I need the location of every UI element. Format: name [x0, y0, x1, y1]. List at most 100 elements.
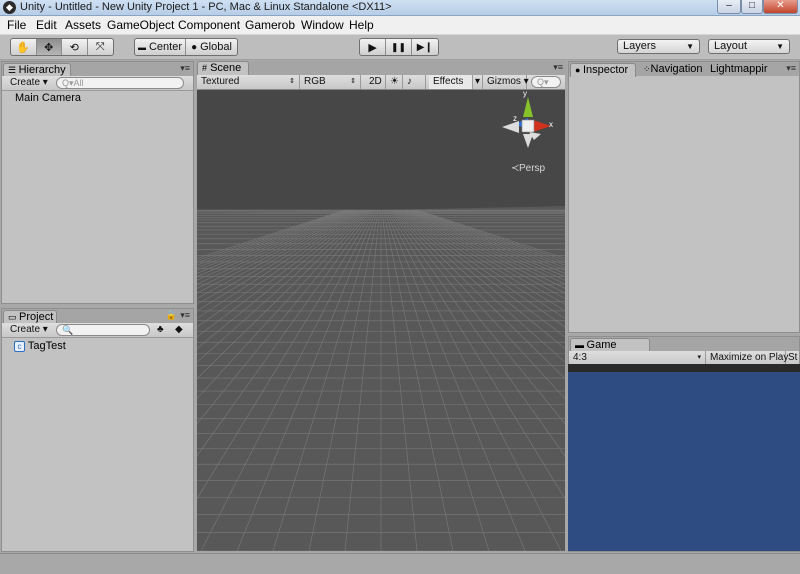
pivot-center-button[interactable]: ▬ Center	[135, 39, 187, 55]
hierarchy-create-label: Create	[10, 77, 41, 88]
script-file-icon: c	[14, 341, 25, 352]
chevron-down-icon: ▼	[776, 42, 784, 51]
project-toolbar: Create ▾ 🔍 ♣ ◆	[2, 323, 193, 338]
layout-dropdown[interactable]: Layout ▼	[708, 39, 790, 54]
folder-icon: ▭	[8, 312, 20, 322]
aspect-label: 4:3	[573, 352, 587, 363]
menu-edit[interactable]: Edit	[36, 18, 57, 32]
scene-viewport[interactable]: y x z ≺ Persp	[197, 90, 565, 551]
close-button[interactable]: ✕	[763, 0, 798, 14]
chevron-updown-icon: ⇕	[289, 78, 295, 85]
space-global-button[interactable]: ● Global	[186, 39, 237, 55]
unity-logo-icon: ◆	[3, 1, 16, 14]
scene-sky	[197, 90, 565, 212]
layers-dropdown[interactable]: Layers ▼	[617, 39, 700, 54]
shading-mode-label: Textured	[201, 76, 240, 87]
maximize-button[interactable]: □	[741, 0, 763, 14]
menu-gameobject[interactable]: GameObject	[107, 18, 174, 32]
projection-label[interactable]: Persp	[519, 163, 546, 174]
hierarchy-create-button[interactable]: Create ▾	[10, 77, 48, 89]
tab-game[interactable]: ▬ Game	[570, 338, 650, 352]
menu-help[interactable]: Help	[349, 18, 374, 32]
gizmo-z-label: z	[513, 114, 517, 123]
tab-lightmapping-label: Lightmappir	[710, 63, 768, 75]
tab-scene-label: Scene	[210, 62, 242, 74]
inspector-panel: ● Inspector ⁘Navigation Lightmappir ▾≡	[568, 61, 800, 333]
chevron-updown-icon: ⇕	[350, 78, 356, 85]
pivot-toggles: ▬ Center ● Global	[134, 38, 238, 56]
tab-inspector-label: Inspector	[582, 64, 629, 76]
pause-icon[interactable]: ❚❚	[386, 39, 412, 55]
tab-project-label: Project	[19, 311, 54, 323]
tab-hierarchy[interactable]: ☰ Hierarchy	[3, 63, 71, 77]
step-icon[interactable]: ▶❙	[412, 39, 438, 55]
main-toolbar: ✋ ✥ ⟲ ⤧ ▬ Center ● Global ▶ ❚❚ ▶❙ Layers…	[0, 35, 800, 60]
game-viewport[interactable]	[568, 364, 800, 551]
tab-hierarchy-label: Hierarchy	[18, 64, 66, 76]
lock-icon[interactable]: 🔒	[166, 310, 177, 321]
play-controls: ▶ ❚❚ ▶❙	[359, 38, 439, 56]
tab-navigation-label: Navigation	[650, 63, 703, 75]
hierarchy-tabstrip: ☰ Hierarchy ▾≡	[2, 62, 193, 77]
hierarchy-search-input[interactable]: Q▾All	[56, 77, 184, 89]
grid-icon: #	[202, 63, 208, 73]
gizmo-y-label: y	[523, 90, 527, 98]
tab-game-label: Game	[586, 339, 617, 351]
play-icon[interactable]: ▶	[360, 39, 387, 55]
minimize-button[interactable]: –	[717, 0, 741, 14]
tab-project[interactable]: ▭ Project	[3, 310, 57, 324]
scene-search-input[interactable]: Q▾	[531, 76, 561, 88]
space-global-label: Global	[200, 41, 232, 53]
status-bar	[0, 553, 800, 574]
info-icon: ●	[575, 65, 583, 75]
layers-label: Layers	[623, 40, 657, 52]
tab-scene[interactable]: # Scene	[197, 61, 249, 75]
gizmos-dropdown[interactable]: Gizmos ▾	[483, 75, 529, 89]
filter-label-icon[interactable]: ◆	[175, 324, 183, 336]
aspect-dropdown[interactable]: 4:3 ▾	[569, 351, 706, 365]
hierarchy-toolbar: Create ▾ Q▾All	[2, 76, 193, 91]
shading-mode-dropdown[interactable]: Textured ⇕	[197, 75, 300, 89]
scene-toolbar: Textured ⇕ RGB ⇕ 2D ☀ ♪ Effects ▾ Gizmos ▾…	[197, 75, 565, 90]
panel-menu-icon[interactable]: ▾≡	[786, 63, 796, 74]
tab-navigation[interactable]: ⁘Navigation	[639, 63, 705, 77]
hierarchy-item-main-camera[interactable]: Main Camera	[15, 92, 81, 104]
menu-bar: File Edit Assets GameObject Component Ga…	[0, 16, 800, 35]
panel-menu-icon[interactable]: ▾≡	[180, 310, 190, 321]
project-item-tagtest[interactable]: c TagTest	[14, 340, 66, 352]
project-search-input[interactable]: 🔍	[56, 324, 150, 336]
menu-assets[interactable]: Assets	[65, 18, 101, 32]
effects-dropdown[interactable]: Effects	[429, 75, 473, 89]
tab-lightmapping[interactable]: Lightmappir	[706, 63, 786, 77]
audio-icon[interactable]: ♪	[403, 75, 426, 89]
toggle-2d-button[interactable]: 2D	[365, 75, 386, 89]
menu-window[interactable]: Window	[301, 18, 344, 32]
scale-tool-icon[interactable]: ⤧	[88, 39, 113, 55]
hand-tool-icon[interactable]: ✋	[11, 39, 37, 55]
project-create-button[interactable]: Create ▾	[10, 324, 48, 336]
menu-gamerob[interactable]: Gamerob	[245, 18, 295, 32]
effects-label: Effects	[433, 76, 464, 87]
scene-render: y x z ≺ Persp	[197, 90, 565, 551]
panel-menu-icon[interactable]: ▾≡	[553, 62, 563, 73]
game-icon: ▬	[575, 340, 587, 350]
hierarchy-panel: ☰ Hierarchy ▾≡ Create ▾ Q▾All Main Camer…	[1, 61, 194, 304]
tab-inspector[interactable]: ● Inspector	[570, 63, 636, 77]
render-mode-dropdown[interactable]: RGB ⇕	[300, 75, 361, 89]
filter-type-icon[interactable]: ♣	[157, 324, 164, 336]
inspector-tabstrip: ● Inspector ⁘Navigation Lightmappir ▾≡	[569, 62, 799, 77]
menu-component[interactable]: Component	[178, 18, 240, 32]
project-create-label: Create	[10, 324, 41, 335]
pivot-icon: ▬	[137, 42, 146, 52]
move-tool-icon[interactable]: ✥	[36, 39, 62, 55]
project-item-label: TagTest	[27, 340, 66, 352]
chevron-down-icon[interactable]: ▾	[473, 75, 483, 89]
transform-tools: ✋ ✥ ⟲ ⤧	[10, 38, 114, 56]
panel-menu-icon[interactable]: ▾≡	[180, 63, 190, 74]
maximize-on-play-toggle[interactable]: Maximize on Play	[706, 351, 788, 365]
pivot-center-label: Center	[148, 41, 183, 53]
rotate-tool-icon[interactable]: ⟲	[62, 39, 88, 55]
menu-file[interactable]: File	[7, 18, 26, 32]
lighting-icon[interactable]: ☀	[386, 75, 403, 89]
stats-toggle[interactable]: St	[786, 351, 800, 365]
